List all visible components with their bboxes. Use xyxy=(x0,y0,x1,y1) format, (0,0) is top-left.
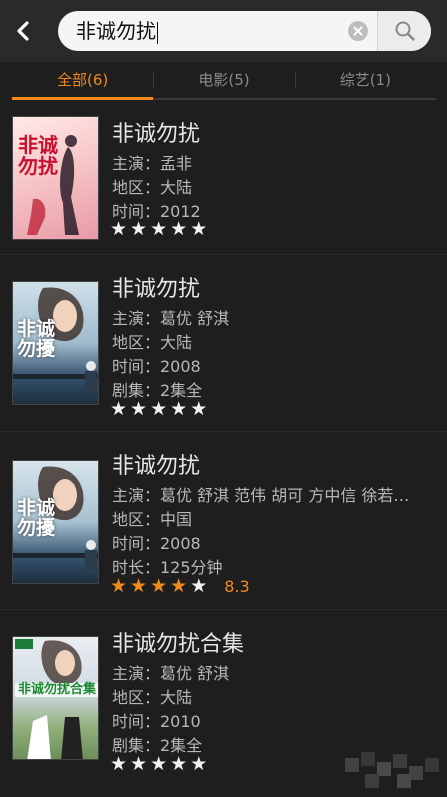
region-line: 地区：大陆 xyxy=(112,178,193,197)
tab-variety[interactable]: 综艺(1) xyxy=(294,62,436,98)
top-bar: 非诚勿扰 xyxy=(0,0,447,62)
search-button[interactable] xyxy=(377,11,431,51)
star-icon: ★ xyxy=(190,398,208,420)
star-icon: ★ xyxy=(110,753,128,775)
back-arrow-icon xyxy=(17,21,29,41)
text-cursor xyxy=(157,21,158,44)
star-icon: ★ xyxy=(150,398,168,420)
star-icon: ★ xyxy=(190,575,208,597)
star-icon: ★ xyxy=(170,398,188,420)
star-icon: ★ xyxy=(110,218,128,240)
tab-all[interactable]: 全部(6) xyxy=(12,62,154,100)
category-tabs: 全部(6) 电影(5) 综艺(1) xyxy=(12,62,436,100)
cast-line: 主演：葛优 舒淇 xyxy=(112,309,230,328)
result-title: 非诚勿扰 xyxy=(112,277,201,302)
year-line: 时间：2008 xyxy=(112,534,201,553)
star-icon: ★ xyxy=(150,575,168,597)
poster-title: 非诚勿擾 xyxy=(17,497,56,539)
star-rating: ★ ★ ★ ★ ★ xyxy=(110,755,207,774)
search-input[interactable]: 非诚勿扰 xyxy=(76,11,158,51)
star-rating: ★ ★ ★ ★ ★ 8.3 xyxy=(110,575,250,597)
results-list: 非诚勿扰 非诚勿扰 主演：孟非 地区：大陆 时间：2012 ★ ★ ★ ★ ★ 非诚勿擾… xyxy=(0,100,447,796)
search-query: 非诚勿扰 xyxy=(76,19,156,43)
close-icon xyxy=(353,26,363,36)
cast-line: 主演：葛优 舒淇 xyxy=(112,664,230,683)
poster-title: 非诚勿擾 xyxy=(17,318,56,360)
star-icon: ★ xyxy=(190,218,208,240)
cast-line: 主演：孟非 xyxy=(112,154,193,173)
rating-score: 8.3 xyxy=(224,577,250,596)
result-title: 非诚勿扰 xyxy=(112,122,201,147)
star-icon: ★ xyxy=(110,398,128,420)
poster-image[interactable]: 非诚勿擾 xyxy=(12,460,99,584)
year-line: 时间：2010 xyxy=(112,712,201,731)
result-item[interactable]: 非诚勿扰 非诚勿扰 主演：孟非 地区：大陆 时间：2012 ★ ★ ★ ★ ★ xyxy=(0,100,447,255)
clear-search-button[interactable] xyxy=(348,21,368,41)
star-icon: ★ xyxy=(110,575,128,597)
cast-line: 主演：葛优 舒淇 范伟 胡可 方中信 徐若… xyxy=(112,486,410,505)
star-icon: ★ xyxy=(150,218,168,240)
star-rating: ★ ★ ★ ★ ★ xyxy=(110,220,207,239)
search-icon xyxy=(395,21,415,41)
search-box[interactable]: 非诚勿扰 xyxy=(58,11,431,51)
star-rating: ★ ★ ★ ★ ★ xyxy=(110,400,207,419)
star-icon: ★ xyxy=(170,753,188,775)
result-item[interactable]: 非诚勿擾 非诚勿扰 主演：葛优 舒淇 地区：大陆 时间：2008 剧集：2集全 … xyxy=(0,255,447,432)
year-line: 时间：2008 xyxy=(112,357,201,376)
star-icon: ★ xyxy=(150,753,168,775)
watermark-mosaic xyxy=(345,752,439,788)
poster-image[interactable]: 非诚勿擾 xyxy=(12,281,99,405)
result-item[interactable]: 非诚勿擾 非诚勿扰 主演：葛优 舒淇 范伟 胡可 方中信 徐若… 地区：中国 时… xyxy=(0,432,447,610)
star-icon: ★ xyxy=(130,575,148,597)
poster-title: 非诚勿扰 xyxy=(18,133,58,178)
star-icon: ★ xyxy=(130,753,148,775)
poster-title: 非诚勿扰合集 xyxy=(15,683,98,697)
star-icon: ★ xyxy=(170,575,188,597)
star-icon: ★ xyxy=(130,218,148,240)
back-button[interactable] xyxy=(8,14,38,48)
poster-image[interactable]: 非诚勿扰合集 xyxy=(12,636,99,760)
poster-image[interactable]: 非诚勿扰 xyxy=(12,116,99,240)
star-icon: ★ xyxy=(130,398,148,420)
region-line: 地区：中国 xyxy=(112,510,193,529)
result-title: 非诚勿扰 xyxy=(112,454,201,479)
tab-movies[interactable]: 电影(5) xyxy=(153,62,294,98)
star-icon: ★ xyxy=(190,753,208,775)
star-icon: ★ xyxy=(170,218,188,240)
result-title: 非诚勿扰合集 xyxy=(112,632,245,657)
region-line: 地区：大陆 xyxy=(112,333,193,352)
region-line: 地区：大陆 xyxy=(112,688,193,707)
